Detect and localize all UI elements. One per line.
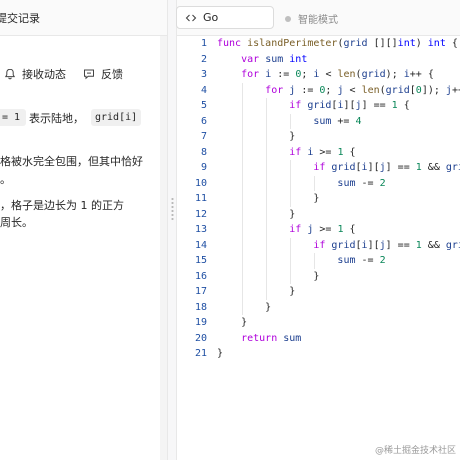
line-number: 10	[194, 177, 207, 189]
code-line[interactable]: sum -= 2	[217, 253, 385, 269]
line-number: 13	[194, 224, 207, 235]
line-number: 9	[200, 162, 207, 173]
code-line[interactable]: sum += 4	[217, 114, 361, 130]
pane-splitter[interactable]	[167, 0, 177, 460]
tab-submissions[interactable]: 提交记录	[0, 10, 40, 26]
description-dot: 。	[0, 173, 11, 186]
language-select[interactable]: Go	[176, 6, 274, 29]
code-line[interactable]: for j := 0; j < len(grid[0]); j++ {	[217, 83, 460, 99]
code-area[interactable]: 1 2 3 4 5 6 7 8 9 10 11 12 13 14 15 16 17 18 19 20 21 func i…	[177, 36, 460, 460]
code-line[interactable]: }	[217, 191, 319, 207]
line-number: 20	[194, 332, 207, 344]
line-number: 14	[194, 239, 207, 251]
description-land: 表示陆地，	[29, 112, 84, 125]
feedback-icon	[84, 69, 94, 80]
code-line[interactable]: }	[217, 129, 295, 145]
code-line[interactable]: }	[217, 284, 295, 300]
line-number: 4	[200, 84, 207, 96]
inline-code-grid: grid[i]	[91, 109, 142, 126]
line-number: 17	[194, 286, 207, 297]
code-line[interactable]: if j >= 1 {	[217, 222, 355, 238]
editor-toolbar: Go 智能模式	[176, 0, 460, 36]
code-line[interactable]: }	[217, 207, 295, 223]
line-number: 2	[200, 53, 207, 65]
line-number: 19	[194, 317, 207, 328]
smart-mode-toggle[interactable]: 智能模式	[285, 11, 338, 26]
smart-mode-label: 智能模式	[298, 15, 338, 26]
subscribe-button[interactable]: 接收动态	[4, 66, 66, 82]
code-line[interactable]: sum -= 2	[217, 176, 385, 192]
line-number: 21	[194, 348, 207, 359]
line-number: 7	[200, 131, 207, 142]
code-line[interactable]: func islandPerimeter(grid [][]int) int {	[217, 36, 458, 52]
line-number: 6	[200, 115, 207, 127]
code-line[interactable]: }	[217, 300, 271, 316]
code-line[interactable]: if grid[i][j] == 1 && grid[i][j-1] == 1 …	[217, 238, 460, 254]
description-water: 格被水完全包围，但其中恰好	[0, 155, 143, 168]
feedback-button[interactable]: 反馈	[83, 66, 123, 82]
line-number: 5	[200, 100, 207, 111]
watermark: @稀土掘金技术社区	[374, 446, 456, 456]
line-number: 11	[194, 193, 207, 204]
code-line[interactable]: for i := 0; i < len(grid); i++ {	[217, 67, 434, 83]
code-line[interactable]: }	[217, 269, 319, 285]
problem-tabs: 提交记录	[0, 0, 167, 36]
line-number: 16	[194, 270, 207, 282]
code-line[interactable]: var sum int	[217, 52, 307, 68]
mode-indicator-icon	[285, 15, 291, 22]
inline-code-eq: = 1	[0, 109, 27, 126]
line-number: 12	[194, 208, 207, 220]
feedback-label: 反馈	[101, 68, 123, 81]
code-line[interactable]: if grid[i][j] == 1 && grid[i-1][j] == 1 …	[217, 160, 460, 176]
drag-handle-icon	[171, 197, 174, 221]
problem-actions: 接收动态 反馈	[0, 66, 167, 86]
language-label: Go	[203, 11, 219, 24]
subscribe-label: 接收动态	[22, 68, 66, 81]
line-number: 18	[194, 301, 207, 313]
line-number: 15	[194, 255, 207, 266]
line-number: 8	[200, 146, 207, 158]
problem-panel: 提交记录 接收动态 反馈 = 1 表示陆地， grid[i] 格被水完全包围，但…	[0, 0, 167, 460]
description-square: ，格子是边长为 1 的正方	[0, 199, 124, 212]
code-line[interactable]: }	[217, 346, 223, 362]
language-icon	[185, 14, 197, 21]
code-line[interactable]: return sum	[217, 331, 301, 347]
description-perimeter: 周长。	[0, 216, 33, 229]
line-number: 1	[200, 38, 207, 49]
code-editor: Go 智能模式 1 2 3 4 5 6 7 8 9 10 11 12 13 14 15 16 17 18 19 20 2…	[176, 0, 460, 460]
line-number: 3	[200, 69, 207, 80]
code-line[interactable]: if grid[i][j] == 1 {	[217, 98, 410, 114]
bell-icon	[4, 68, 16, 80]
problem-scrollbar[interactable]	[160, 36, 167, 460]
code-line[interactable]: }	[217, 315, 247, 331]
code-line[interactable]: if i >= 1 {	[217, 145, 355, 161]
